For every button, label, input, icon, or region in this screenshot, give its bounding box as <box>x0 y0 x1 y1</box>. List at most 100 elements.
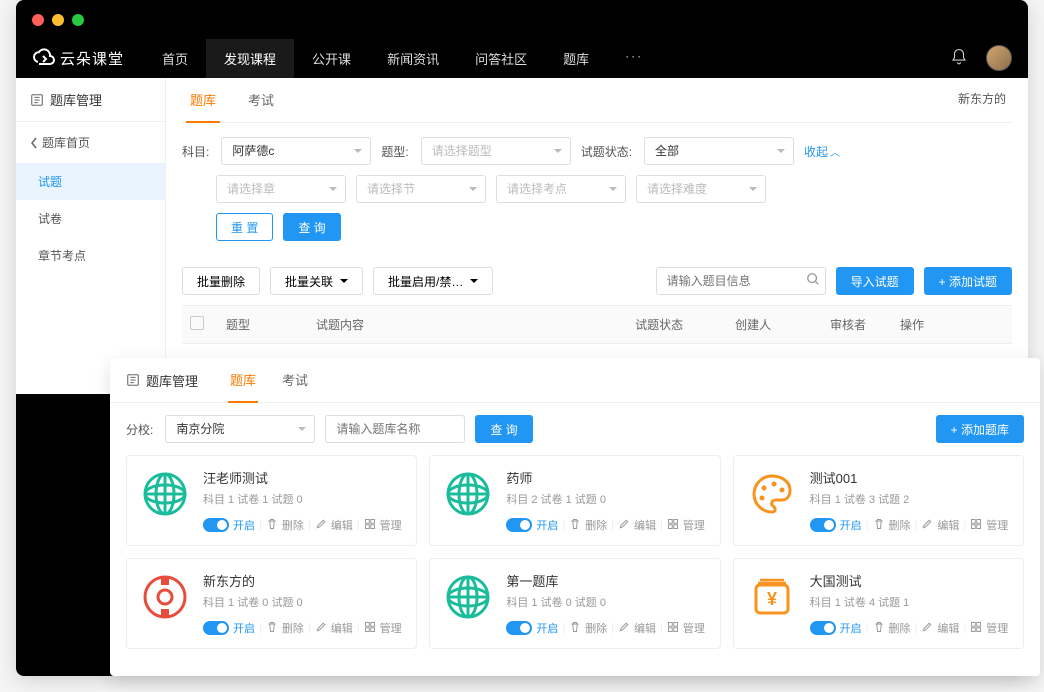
subject-select[interactable]: 阿萨德c <box>221 137 371 165</box>
sidebar-item-chapters[interactable]: 章节考点 <box>16 237 165 274</box>
bank-card-title: 汪老师测试 <box>203 468 404 487</box>
section-select[interactable]: 请选择节 <box>356 175 486 203</box>
difficulty-select[interactable]: 请选择难度 <box>636 175 766 203</box>
bank-card[interactable]: 药师科目 2 试卷 1 试题 0开启|删除|编辑|管理 <box>429 455 720 546</box>
edit-icon <box>921 621 933 636</box>
op-manage[interactable]: 管理 <box>683 620 705 636</box>
op-edit[interactable]: 编辑 <box>937 517 959 533</box>
nav-discover[interactable]: 发现课程 <box>206 39 294 78</box>
tab-bank[interactable]: 题库 <box>186 78 220 123</box>
bank-card-title: 大国测试 <box>810 571 1011 590</box>
op-edit[interactable]: 编辑 <box>634 517 656 533</box>
import-button[interactable]: 导入试题 <box>836 267 914 295</box>
bank-card[interactable]: 汪老师测试科目 1 试卷 1 试题 0开启|删除|编辑|管理 <box>126 455 417 546</box>
op-edit[interactable]: 编辑 <box>331 517 353 533</box>
th-creator: 创建人 <box>727 306 822 344</box>
op-edit[interactable]: 编辑 <box>331 620 353 636</box>
tab-exam[interactable]: 考试 <box>244 78 278 123</box>
bank-card-meta: 科目 1 试卷 0 试题 0 <box>203 594 404 610</box>
nav-qa[interactable]: 问答社区 <box>457 39 545 78</box>
bank-card[interactable]: 测试001科目 1 试卷 3 试题 2开启|删除|编辑|管理 <box>733 455 1024 546</box>
filters: 科目: 阿萨德c 题型: 请选择题型 试题状态: 全部 收起︿ 请选择章 请选择… <box>182 123 1012 257</box>
bank-toggle[interactable] <box>810 621 836 635</box>
chevron-up-icon: ︿ <box>830 148 840 159</box>
query-button[interactable]: 查 询 <box>283 213 340 241</box>
chapter-select[interactable]: 请选择章 <box>216 175 346 203</box>
point-select[interactable]: 请选择考点 <box>496 175 626 203</box>
grid-icon <box>970 621 982 636</box>
maximize-window-icon[interactable] <box>72 14 84 26</box>
close-window-icon[interactable] <box>32 14 44 26</box>
trash-icon <box>569 621 581 636</box>
nav-news[interactable]: 新闻资讯 <box>369 39 457 78</box>
bank-toggle[interactable] <box>506 621 532 635</box>
op-manage[interactable]: 管理 <box>380 517 402 533</box>
op-delete[interactable]: 删除 <box>889 620 911 636</box>
toolbar: 批量删除 批量关联 批量启用/禁… 导入试题 + 添加试题 <box>182 267 1012 295</box>
op-manage[interactable]: 管理 <box>380 620 402 636</box>
op-edit[interactable]: 编辑 <box>634 620 656 636</box>
op-manage[interactable]: 管理 <box>986 620 1008 636</box>
bank-list-window: 题库管理 题库 考试 分校: 南京分院 查 询 + 添加题库 汪老师测试科目 1… <box>110 358 1040 676</box>
batch-delete-button[interactable]: 批量删除 <box>182 267 260 295</box>
branch-label: 分校: <box>126 421 153 438</box>
context-name: 新东方的 <box>958 90 1006 107</box>
bank-card[interactable]: ¥大国测试科目 1 试卷 4 试题 1开启|删除|编辑|管理 <box>733 558 1024 649</box>
search-input[interactable] <box>656 267 826 295</box>
tab2-exam[interactable]: 考试 <box>280 358 310 403</box>
bank-card-meta: 科目 1 试卷 1 试题 0 <box>203 491 404 507</box>
op-manage[interactable]: 管理 <box>986 517 1008 533</box>
bank-icon <box>30 93 44 107</box>
nav-more[interactable]: ··· <box>607 39 661 78</box>
tab2-bank[interactable]: 题库 <box>228 358 258 403</box>
search-icon[interactable] <box>806 272 820 289</box>
bank-card-icon <box>139 468 191 520</box>
reset-button[interactable]: 重 置 <box>216 213 273 241</box>
toggle-label: 开启 <box>536 517 558 533</box>
op-delete[interactable]: 删除 <box>585 620 607 636</box>
grid-icon <box>667 518 679 533</box>
bank-query-button[interactable]: 查 询 <box>475 415 532 443</box>
bank-toolbar: 分校: 南京分院 查 询 + 添加题库 <box>110 403 1040 455</box>
select-all-checkbox[interactable] <box>190 316 204 330</box>
sidebar-item-questions[interactable]: 试题 <box>16 163 165 200</box>
type-select[interactable]: 请选择题型 <box>421 137 571 165</box>
toggle-label: 开启 <box>233 517 255 533</box>
bank-toggle[interactable] <box>810 518 836 532</box>
nav-home[interactable]: 首页 <box>144 39 206 78</box>
op-manage[interactable]: 管理 <box>683 517 705 533</box>
bank-search-input[interactable] <box>325 415 465 443</box>
notifications-icon[interactable] <box>950 48 968 69</box>
op-edit[interactable]: 编辑 <box>937 620 959 636</box>
sidebar-back[interactable]: 题库首页 <box>16 122 165 163</box>
window-controls <box>16 0 1028 36</box>
status-select[interactable]: 全部 <box>644 137 794 165</box>
nav-bank[interactable]: 题库 <box>545 39 607 78</box>
edit-icon <box>315 621 327 636</box>
op-delete[interactable]: 删除 <box>889 517 911 533</box>
nav-open-course[interactable]: 公开课 <box>294 39 369 78</box>
op-delete[interactable]: 删除 <box>585 517 607 533</box>
op-delete[interactable]: 删除 <box>282 517 304 533</box>
add-question-button[interactable]: + 添加试题 <box>924 267 1012 295</box>
th-reviewer: 审核者 <box>822 306 892 344</box>
bank-toggle[interactable] <box>506 518 532 532</box>
minimize-window-icon[interactable] <box>52 14 64 26</box>
avatar[interactable] <box>986 45 1012 71</box>
batch-relate-button[interactable]: 批量关联 <box>270 267 363 295</box>
bank-tabs: 题库 考试 <box>228 358 310 402</box>
bank-toggle[interactable] <box>203 621 229 635</box>
bank-card[interactable]: 第一题库科目 1 试卷 0 试题 0开启|删除|编辑|管理 <box>429 558 720 649</box>
collapse-link[interactable]: 收起︿ <box>804 143 840 160</box>
branch-select[interactable]: 南京分院 <box>165 415 315 443</box>
logo[interactable]: 云朵课堂 <box>32 46 124 70</box>
chevron-left-icon <box>30 137 38 149</box>
bank-card[interactable]: 新东方的科目 1 试卷 0 试题 0开启|删除|编辑|管理 <box>126 558 417 649</box>
add-bank-button[interactable]: + 添加题库 <box>936 415 1024 443</box>
batch-enable-button[interactable]: 批量启用/禁… <box>373 267 493 295</box>
sidebar-item-papers[interactable]: 试卷 <box>16 200 165 237</box>
op-delete[interactable]: 删除 <box>282 620 304 636</box>
bank-toggle[interactable] <box>203 518 229 532</box>
trash-icon <box>266 518 278 533</box>
bank-card-title: 测试001 <box>810 468 1011 487</box>
